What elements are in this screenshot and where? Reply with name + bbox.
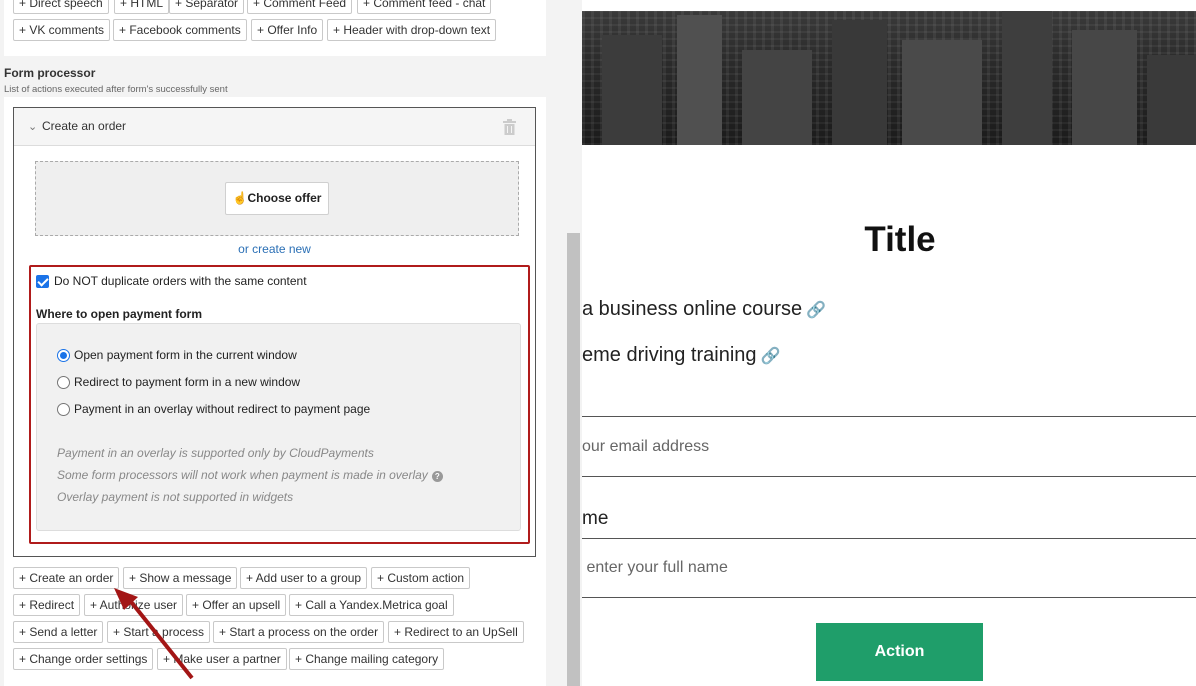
building-silhouette <box>742 50 812 145</box>
payment-option-current-window[interactable]: Open payment form in the current window <box>57 348 297 362</box>
radio-label: Payment in an overlay without redirect t… <box>74 402 371 416</box>
link-icon: 🔗 <box>806 302 827 319</box>
payment-option-overlay[interactable]: Payment in an overlay without redirect t… <box>57 402 370 416</box>
input-underline <box>582 416 1196 417</box>
choose-offer-label: Choose offer <box>247 191 322 205</box>
add-start-process-order-button[interactable]: + Start a process on the order <box>213 621 385 643</box>
building-silhouette <box>1072 30 1137 145</box>
choose-offer-button[interactable]: ☝Choose offer <box>225 182 329 215</box>
add-show-message-button[interactable]: + Show a message <box>123 567 238 589</box>
add-comment-feed-chat-button[interactable]: + Comment feed - chat <box>357 0 492 14</box>
add-html-button[interactable]: + HTML <box>114 0 170 14</box>
add-custom-action-button[interactable]: + Custom action <box>371 567 471 589</box>
add-user-to-group-button[interactable]: + Add user to a group <box>240 567 368 589</box>
course-title: a business online course <box>582 298 803 320</box>
overlay-note: Some form processors will not work when … <box>57 468 443 482</box>
name-label: me <box>582 508 609 529</box>
chevron-down-icon[interactable]: ⌄ <box>28 120 37 133</box>
input-underline <box>582 538 1196 539</box>
no-duplicate-checkbox[interactable] <box>36 274 49 288</box>
building-silhouette <box>602 35 662 145</box>
add-make-partner-button[interactable]: + Make user a partner <box>157 648 287 670</box>
highlight-annotation-box: Do NOT duplicate orders with the same co… <box>29 265 530 544</box>
add-direct-speech-button[interactable]: + Direct speech <box>13 0 109 14</box>
no-duplicate-label: Do NOT duplicate orders with the same co… <box>54 274 307 288</box>
link-icon: 🔗 <box>760 348 781 365</box>
building-silhouette <box>1002 11 1052 145</box>
add-vk-comments-button[interactable]: + VK comments <box>13 19 111 41</box>
help-icon[interactable]: ? <box>431 471 443 482</box>
overlay-note: Overlay payment is not supported in widg… <box>57 490 294 504</box>
preview-title: Title <box>864 220 936 259</box>
add-send-letter-button[interactable]: + Send a letter <box>13 621 104 643</box>
add-comment-feed-button[interactable]: + Comment Feed <box>247 0 353 14</box>
overlay-note-text: Some form processors will not work when … <box>57 468 428 482</box>
radio-button[interactable] <box>57 348 70 362</box>
course-title: eme driving training <box>582 344 757 366</box>
add-header-dropdown-button[interactable]: + Header with drop-down text <box>327 19 497 41</box>
add-offer-info-button[interactable]: + Offer Info <box>251 19 324 41</box>
page-preview: Title a business online course 🔗 eme driv… <box>582 0 1196 686</box>
add-create-order-button[interactable]: + Create an order <box>13 567 120 589</box>
add-change-order-settings-button[interactable]: + Change order settings <box>13 648 154 670</box>
scrollbar[interactable] <box>567 233 580 686</box>
add-yandex-goal-button[interactable]: + Call a Yandex.Metrica goal <box>289 594 454 616</box>
input-underline <box>582 597 1196 598</box>
hand-pointer-icon: ☝ <box>232 191 248 205</box>
payment-form-location-label: Where to open payment form <box>36 307 203 321</box>
course-item[interactable]: eme driving training 🔗 <box>582 344 780 367</box>
create-order-card: ⌄ Create an order ☝Choose offer or creat… <box>13 107 536 557</box>
radio-button[interactable] <box>57 375 70 389</box>
hero-image <box>582 11 1196 145</box>
form-processor-description: List of actions executed after form's su… <box>4 84 228 95</box>
building-silhouette <box>902 40 982 145</box>
payment-option-new-window[interactable]: Redirect to payment form in a new window <box>57 375 300 389</box>
add-start-process-button[interactable]: + Start a process <box>107 621 211 643</box>
no-duplicate-row[interactable]: Do NOT duplicate orders with the same co… <box>36 274 307 288</box>
email-input[interactable]: our email address <box>582 438 709 456</box>
add-change-mailing-category-button[interactable]: + Change mailing category <box>289 648 445 670</box>
action-button[interactable]: Action <box>816 623 983 681</box>
building-silhouette <box>1147 55 1196 145</box>
add-offer-upsell-button[interactable]: + Offer an upsell <box>186 594 287 616</box>
add-redirect-upsell-button[interactable]: + Redirect to an UpSell <box>388 621 524 643</box>
order-card-title: Create an order <box>42 119 127 133</box>
building-silhouette <box>832 20 887 145</box>
add-redirect-button[interactable]: + Redirect <box>13 594 81 616</box>
order-card-header[interactable]: ⌄ Create an order <box>14 108 535 146</box>
create-new-offer-link[interactable]: or create new <box>14 242 535 256</box>
choose-offer-area: ☝Choose offer <box>35 161 519 236</box>
payment-options-box: Open payment form in the current window … <box>36 323 521 531</box>
building-silhouette <box>677 15 722 145</box>
editor-panel: + Direct speech + HTML + Separator + Com… <box>0 0 582 686</box>
overlay-note: Payment in an overlay is supported only … <box>57 446 374 460</box>
form-processor-title: Form processor <box>4 66 96 80</box>
course-item[interactable]: a business online course 🔗 <box>582 298 826 321</box>
add-authorize-user-button[interactable]: + Authorize user <box>84 594 184 616</box>
trash-icon[interactable] <box>503 119 516 138</box>
input-underline <box>582 476 1196 477</box>
name-input[interactable]: enter your full name <box>582 559 727 577</box>
radio-button[interactable] <box>57 402 70 416</box>
radio-label: Redirect to payment form in a new window <box>74 375 301 389</box>
panel-gutter <box>546 0 567 686</box>
add-separator-button[interactable]: + Separator <box>169 0 245 14</box>
radio-label: Open payment form in the current window <box>74 348 297 362</box>
add-facebook-comments-button[interactable]: + Facebook comments <box>113 19 247 41</box>
